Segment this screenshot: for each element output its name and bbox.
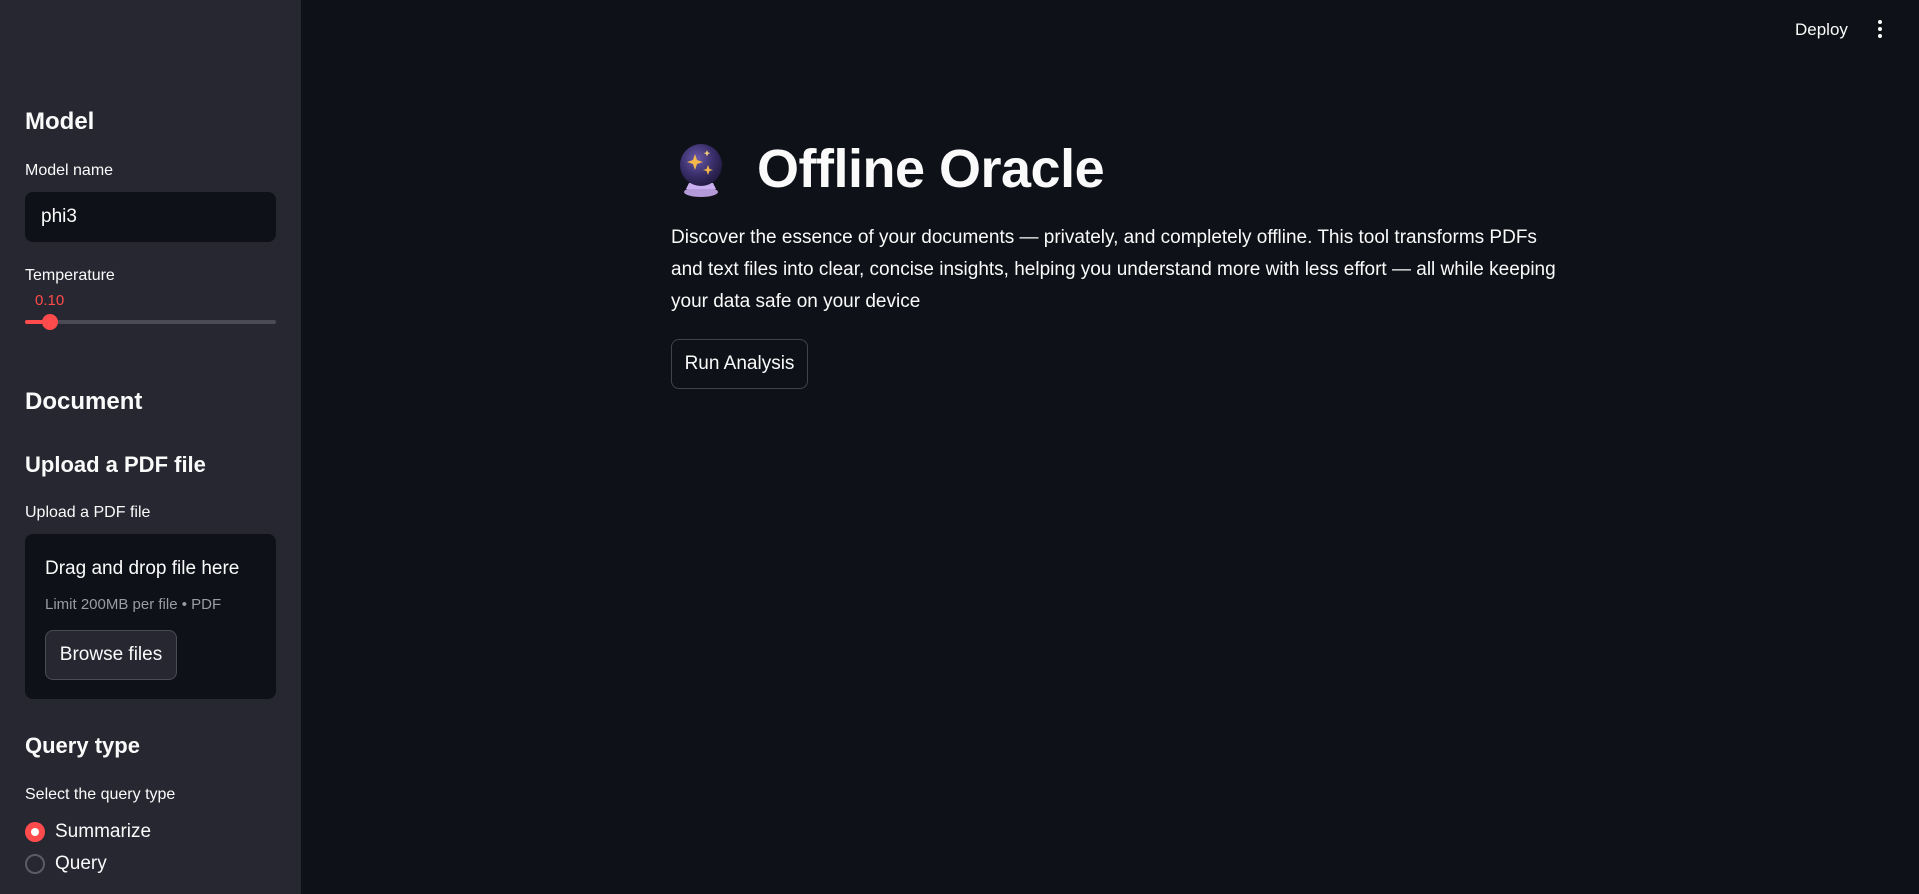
- radio-unselected-icon[interactable]: [25, 854, 45, 874]
- dropzone-limit: Limit 200MB per file • PDF: [45, 596, 222, 613]
- document-heading: Document: [25, 388, 143, 415]
- sidebar: Model Model name phi3 Temperature 0.10 D…: [0, 0, 301, 894]
- temperature-value: 0.10: [35, 292, 65, 309]
- radio-label: Query: [55, 853, 107, 874]
- radio-label: Summarize: [55, 821, 152, 842]
- query-type-heading: Query type: [25, 733, 140, 758]
- crystal-ball-icon: [671, 139, 731, 199]
- browse-files-button[interactable]: Browse files: [45, 630, 177, 680]
- kebab-menu-icon[interactable]: [1874, 18, 1886, 42]
- page-description: Discover the essence of your documents —…: [671, 227, 1556, 312]
- run-analysis-button[interactable]: Run Analysis: [671, 339, 808, 389]
- query-type-label: Select the query type: [25, 786, 176, 803]
- model-heading: Model: [25, 108, 95, 135]
- radio-option-summarize[interactable]: Summarize: [25, 821, 151, 843]
- file-dropzone[interactable]: Drag and drop file here Limit 200MB per …: [25, 534, 276, 699]
- temperature-label: Temperature: [25, 267, 115, 284]
- radio-option-query[interactable]: Query: [25, 853, 107, 875]
- title-row: Offline Oracle: [671, 138, 1105, 200]
- dropzone-title: Drag and drop file here: [45, 558, 240, 579]
- temperature-slider-thumb[interactable]: [42, 314, 59, 330]
- temperature-slider-track[interactable]: [25, 320, 276, 324]
- radio-selected-icon[interactable]: [25, 822, 45, 842]
- deploy-button[interactable]: Deploy: [1795, 20, 1848, 40]
- model-name-input[interactable]: phi3: [25, 192, 276, 242]
- upload-heading: Upload a PDF file: [25, 452, 206, 477]
- upload-label: Upload a PDF file: [25, 504, 151, 521]
- page-title: Offline Oracle: [757, 139, 1105, 199]
- model-name-label: Model name: [25, 162, 114, 179]
